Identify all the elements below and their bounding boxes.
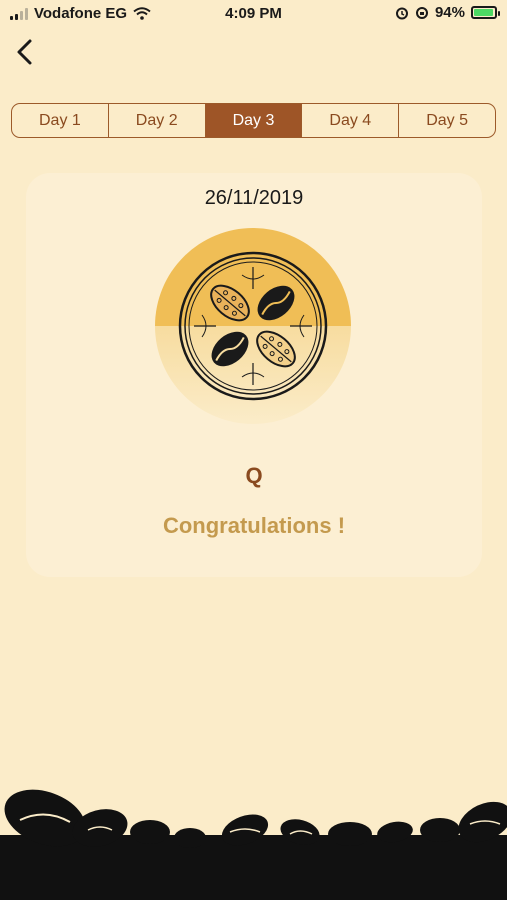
chevron-left-icon <box>17 39 32 65</box>
coffee-beans-medallion-icon <box>178 251 328 401</box>
orientation-lock-icon <box>415 6 428 19</box>
reward-letter: Q <box>245 463 263 488</box>
tab-day-3[interactable]: Day 3 <box>205 104 303 137</box>
coffee-beans-footer-decoration <box>0 789 507 900</box>
tab-day-1[interactable]: Day 1 <box>12 104 109 137</box>
status-bar: Vodafone EG 4:09 PM 94% <box>0 0 507 28</box>
reward-badge <box>155 228 351 424</box>
tab-day-2[interactable]: Day 2 <box>109 104 206 137</box>
alarm-icon <box>395 7 408 19</box>
reward-card: 26/11/2019 Q Congratulations ! <box>26 173 482 577</box>
battery-percent: 94% <box>434 4 465 21</box>
reward-date: 26/11/2019 <box>204 187 304 209</box>
tab-day-4[interactable]: Day 4 <box>302 104 400 137</box>
tab-day-5[interactable]: Day 5 <box>399 104 495 137</box>
congratulations-message: Congratulations ! <box>162 513 346 538</box>
battery-icon <box>471 6 500 19</box>
day-tabs: Day 1 Day 2 Day 3 Day 4 Day 5 <box>11 103 496 138</box>
back-button[interactable] <box>12 38 40 66</box>
